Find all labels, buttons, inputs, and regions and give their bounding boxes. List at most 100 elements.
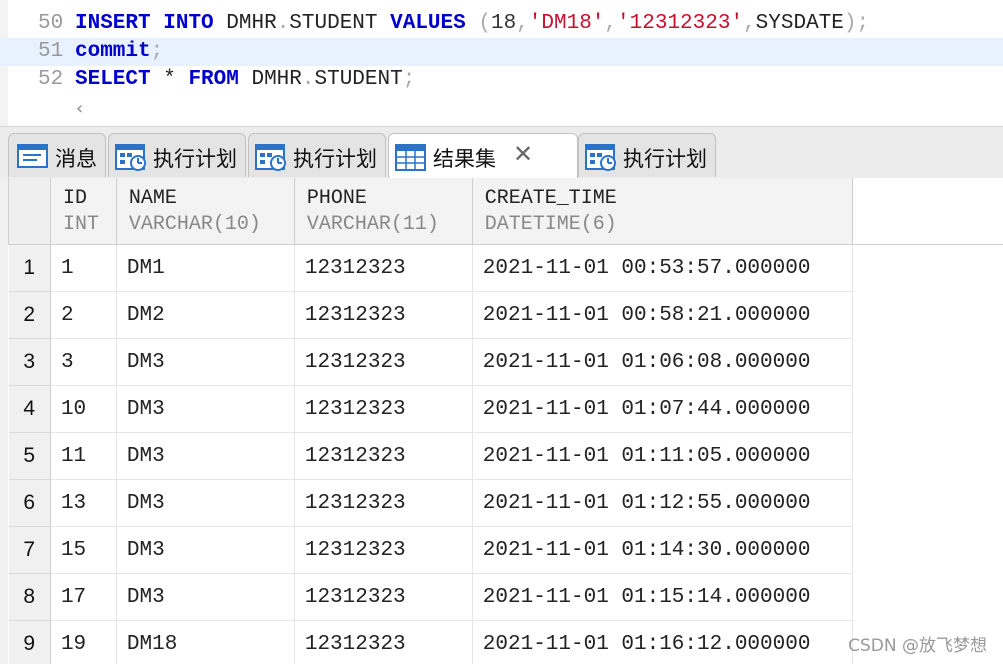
column-header-name[interactable]: NAME VARCHAR(10) [115,178,295,245]
result-grid-icon [395,142,427,177]
cell-name[interactable]: DM3 [116,479,295,527]
cell-id[interactable]: 15 [50,526,117,574]
code-token: commit [75,40,151,63]
cell-id[interactable]: 2 [50,291,117,339]
tab-label: 执行计划 [293,147,377,171]
cell-name[interactable]: DM3 [116,573,295,621]
cell-create-time[interactable]: 2021-11-01 01:16:12.000000 [472,620,853,664]
result-grid[interactable]: ID INT NAME VARCHAR(10) PHONE VARCHAR(11… [0,178,1003,664]
cell-id[interactable]: 3 [50,338,117,386]
code-text: commit; [75,38,163,66]
row-number[interactable]: 4 [8,385,51,433]
column-header-create-time[interactable]: CREATE_TIME DATETIME(6) [471,178,853,245]
cell-name[interactable]: DM3 [116,385,295,433]
tab-execution-plan-1[interactable]: 执行计划 [108,133,246,177]
code-token: SELECT [75,68,151,91]
cell-name[interactable]: DM18 [116,620,295,664]
watermark: CSDN @放飞梦想 [848,636,987,656]
row-number[interactable]: 8 [8,573,51,621]
cell-id[interactable]: 17 [50,573,117,621]
row-number[interactable]: 5 [8,432,51,480]
column-header-phone[interactable]: PHONE VARCHAR(11) [293,178,473,245]
column-header-id[interactable]: ID INT [49,178,117,245]
cell-phone[interactable]: 12312323 [294,620,473,664]
row-filler [852,526,1003,574]
code-text: SELECT * FROM DMHR.STUDENT; [75,66,415,94]
code-token: VALUES [390,12,466,35]
tab-label: 消息 [55,147,97,171]
code-token: , [604,12,618,35]
cell-name[interactable]: DM3 [116,526,295,574]
cell-create-time[interactable]: 2021-11-01 01:12:55.000000 [472,479,853,527]
header-filler [852,178,1003,245]
cell-create-time[interactable]: 2021-11-01 00:58:21.000000 [472,291,853,339]
row-number[interactable]: 7 [8,526,51,574]
table-row[interactable]: 2 2 DM2 12312323 2021-11-01 00:58:21.000000 [8,291,1003,339]
column-type: DATETIME(6) [484,213,617,236]
row-filler [852,573,1003,621]
cell-phone[interactable]: 12312323 [294,338,473,386]
row-number[interactable]: 3 [8,338,51,386]
table-row[interactable]: 6 13 DM3 12312323 2021-11-01 01:12:55.000000 [8,479,1003,527]
table-row[interactable]: 5 11 DM3 12312323 2021-11-01 01:11:05.000000 [8,432,1003,480]
column-name: ID [62,187,87,210]
cell-create-time[interactable]: 2021-11-01 01:06:08.000000 [472,338,853,386]
cell-create-time[interactable]: 2021-11-01 00:53:57.000000 [472,244,853,292]
tab-execution-plan-2[interactable]: 执行计划 [248,133,386,177]
table-row[interactable]: 8 17 DM3 12312323 2021-11-01 01:15:14.000000 [8,573,1003,621]
code-line[interactable]: 51 commit; [0,38,1003,66]
cell-create-time[interactable]: 2021-11-01 01:14:30.000000 [472,526,853,574]
sql-editor[interactable]: 50 INSERT INTO DMHR.STUDENT VALUES (18,'D… [0,0,1003,126]
tab-result-set[interactable]: 结果集 ✕ [388,133,578,179]
code-token: . [301,68,315,91]
cell-id[interactable]: 11 [50,432,117,480]
close-icon[interactable]: ✕ [513,140,533,168]
code-token: . [276,12,290,35]
row-number[interactable]: 1 [8,244,51,292]
row-number[interactable]: 2 [8,291,51,339]
column-type: INT [62,213,99,236]
cell-phone[interactable]: 12312323 [294,573,473,621]
cell-phone[interactable]: 12312323 [294,244,473,292]
cell-phone[interactable]: 12312323 [294,385,473,433]
code-token: 18 [490,12,517,35]
code-token: ( [478,12,491,35]
table-row[interactable]: 4 10 DM3 12312323 2021-11-01 01:07:44.000000 [8,385,1003,433]
row-number[interactable]: 9 [8,620,51,664]
code-token: FROM [188,68,239,91]
execution-plan-icon [585,142,619,177]
table-row[interactable]: 3 3 DM3 12312323 2021-11-01 01:06:08.000000 [8,338,1003,386]
result-tab-bar: 消息 执行计划 执行计划 结果集 ✕ 执行计划 [0,126,1003,179]
cell-id[interactable]: 13 [50,479,117,527]
table-row[interactable]: 1 1 DM1 12312323 2021-11-01 00:53:57.000000 [8,244,1003,292]
cell-phone[interactable]: 12312323 [294,479,473,527]
cell-create-time[interactable]: 2021-11-01 01:11:05.000000 [472,432,853,480]
cell-name[interactable]: DM3 [116,338,295,386]
cell-phone[interactable]: 12312323 [294,432,473,480]
result-table: ID INT NAME VARCHAR(10) PHONE VARCHAR(11… [8,178,1003,664]
scroll-left-icon[interactable]: ‹ [76,98,96,122]
code-line[interactable]: 50 INSERT INTO DMHR.STUDENT VALUES (18,'D… [0,10,1003,38]
cell-phone[interactable]: 12312323 [294,526,473,574]
header-row: ID INT NAME VARCHAR(10) PHONE VARCHAR(11… [8,178,1003,245]
cell-id[interactable]: 1 [50,244,117,292]
cell-phone[interactable]: 12312323 [294,291,473,339]
select-all-corner[interactable] [8,178,51,245]
cell-create-time[interactable]: 2021-11-01 01:07:44.000000 [472,385,853,433]
tab-messages[interactable]: 消息 [8,133,106,177]
cell-name[interactable]: DM1 [116,244,295,292]
row-number[interactable]: 6 [8,479,51,527]
cell-id[interactable]: 19 [50,620,117,664]
tab-label: 执行计划 [623,147,707,171]
line-number: 51 [38,40,64,63]
table-row[interactable]: 7 15 DM3 12312323 2021-11-01 01:14:30.000000 [8,526,1003,574]
cell-create-time[interactable]: 2021-11-01 01:15:14.000000 [472,573,853,621]
cell-name[interactable]: DM3 [116,432,295,480]
cell-id[interactable]: 10 [50,385,117,433]
code-line[interactable]: 52 SELECT * FROM DMHR.STUDENT; [0,66,1003,94]
tab-execution-plan-3[interactable]: 执行计划 [578,133,716,177]
code-token: DMHR [251,68,302,91]
cell-name[interactable]: DM2 [116,291,295,339]
code-token: ); [843,12,870,35]
